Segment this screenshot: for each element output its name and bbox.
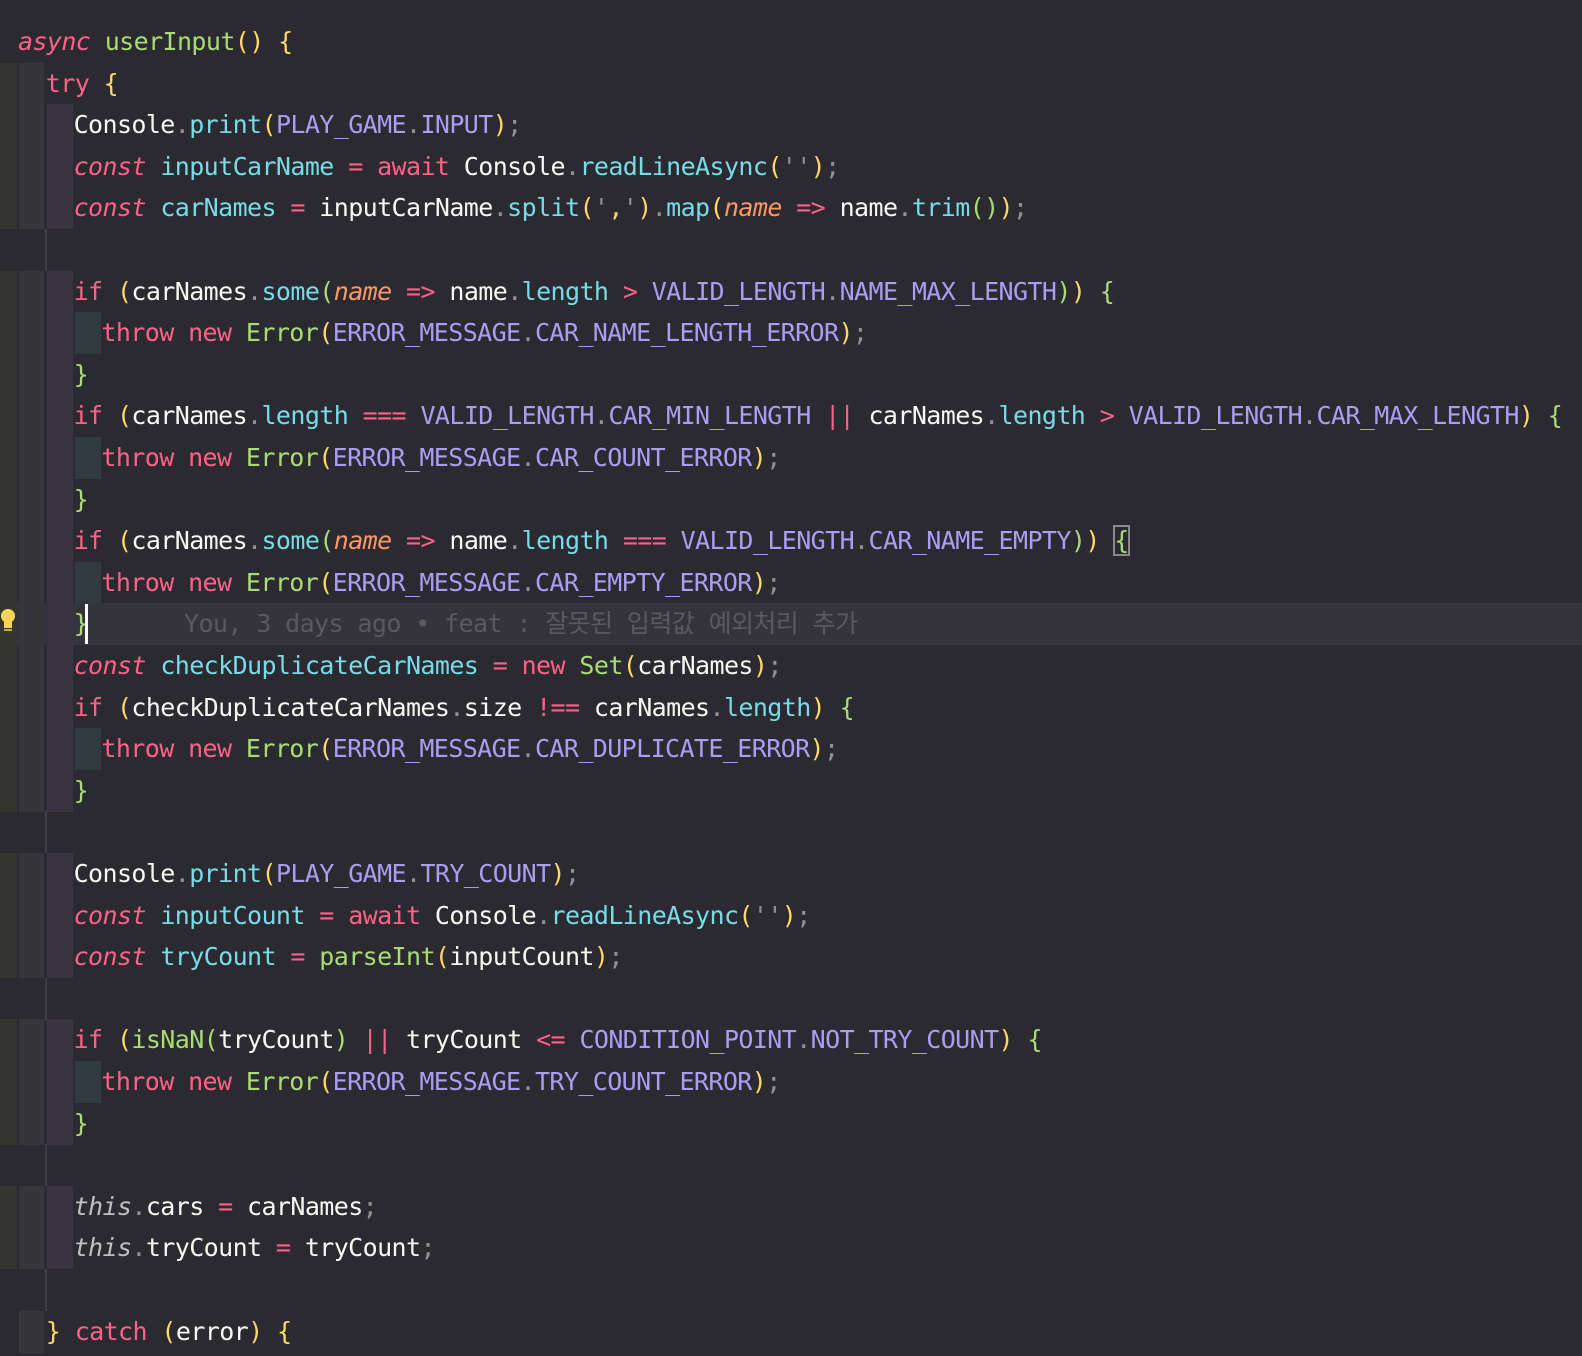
code-text: this.tryCount = tryCount; <box>73 1233 436 1263</box>
code-text: } <box>73 359 89 389</box>
code-text: const inputCarName = await Console.readL… <box>73 151 841 181</box>
code-text: const carNames = inputCarName.split(',')… <box>73 193 1029 223</box>
code-line[interactable]: if (carNames.length === VALID_LENGTH.CAR… <box>0 395 1582 438</box>
lightbulb-icon[interactable] <box>0 607 16 635</box>
code-line[interactable]: } <box>0 353 1582 396</box>
code-text: throw new Error(ERROR_MESSAGE.CAR_NAME_L… <box>101 318 868 348</box>
text-cursor <box>85 604 88 644</box>
code-line[interactable]: const carNames = inputCarName.split(',')… <box>0 187 1582 230</box>
code-line[interactable]: throw new Error(ERROR_MESSAGE.CAR_COUNT_… <box>0 437 1582 479</box>
code-text: this.cars = carNames; <box>73 1191 378 1221</box>
code-text: if (carNames.some(name => name.length ==… <box>73 525 1130 557</box>
code-line[interactable]: if (isNaN(tryCount) || tryCount <= CONDI… <box>0 1019 1582 1062</box>
code-line[interactable]: async userInput() { <box>0 21 1582 63</box>
code-line[interactable]: } <box>0 769 1582 812</box>
code-line[interactable] <box>0 811 1582 854</box>
code-line[interactable]: } You, 3 days ago • feat : 잘못된 입력값 예외처리 추… <box>0 603 1582 646</box>
code-line[interactable]: const inputCarName = await Console.readL… <box>0 145 1582 188</box>
code-text: const tryCount = parseInt(inputCount); <box>73 942 624 972</box>
code-text: } catch (error) { <box>45 1316 292 1346</box>
code-text: throw new Error(ERROR_MESSAGE.CAR_COUNT_… <box>101 443 781 472</box>
code-line[interactable]: Console.print(PLAY_GAME.INPUT); <box>0 104 1582 147</box>
code-line[interactable]: if (carNames.some(name => name.length > … <box>0 270 1582 313</box>
code-text: const inputCount = await Console.readLin… <box>73 900 812 930</box>
code-line[interactable]: const inputCount = await Console.readLin… <box>0 894 1582 937</box>
code-line[interactable]: const tryCount = parseInt(inputCount); <box>0 936 1582 979</box>
code-text: if (carNames.some(name => name.length > … <box>73 276 1115 306</box>
code-line[interactable] <box>0 1269 1582 1311</box>
code-line[interactable]: this.cars = carNames; <box>0 1185 1582 1228</box>
code-line[interactable]: } <box>0 1102 1582 1145</box>
code-text: async userInput() { <box>18 27 293 56</box>
code-line[interactable]: try { <box>0 62 1582 105</box>
code-line[interactable] <box>0 229 1582 271</box>
code-text: } <box>73 775 89 805</box>
code-text: Console.print(PLAY_GAME.INPUT); <box>73 110 523 140</box>
code-line[interactable]: this.tryCount = tryCount; <box>0 1227 1582 1270</box>
code-text: } <box>73 484 89 514</box>
code-text: if (checkDuplicateCarNames.size !== carN… <box>73 692 855 722</box>
code-line[interactable]: const checkDuplicateCarNames = new Set(c… <box>0 645 1582 687</box>
code-text: throw new Error(ERROR_MESSAGE.CAR_EMPTY_… <box>101 567 781 597</box>
code-text: throw new Error(ERROR_MESSAGE.TRY_COUNT_… <box>101 1067 781 1096</box>
git-blame-annotation: You, 3 days ago • feat : 잘못된 입력값 예외처리 추가 <box>184 609 858 639</box>
code-line[interactable] <box>0 977 1582 1020</box>
code-line[interactable]: } catch (error) { <box>0 1310 1582 1353</box>
code-editor[interactable]: async userInput() { try { Console.print(PL… <box>0 0 1582 1356</box>
code-line[interactable]: throw new Error(ERROR_MESSAGE.CAR_NAME_L… <box>0 312 1582 355</box>
code-text: const checkDuplicateCarNames = new Set(c… <box>73 651 783 680</box>
code-line[interactable]: throw new Error(ERROR_MESSAGE.CAR_EMPTY_… <box>0 561 1582 604</box>
code-text: } <box>73 1108 89 1138</box>
code-line[interactable] <box>0 1144 1582 1187</box>
code-line[interactable]: throw new Error(ERROR_MESSAGE.CAR_DUPLIC… <box>0 728 1582 771</box>
code-text: Console.print(PLAY_GAME.TRY_COUNT); <box>73 859 580 888</box>
code-line[interactable]: if (carNames.some(name => name.length ==… <box>0 520 1582 563</box>
code-line[interactable]: if (checkDuplicateCarNames.size !== carN… <box>0 686 1582 729</box>
code-line[interactable]: } <box>0 478 1582 521</box>
code-line[interactable]: throw new Error(ERROR_MESSAGE.TRY_COUNT_… <box>0 1061 1582 1103</box>
code-line[interactable]: Console.print(PLAY_GAME.TRY_COUNT); <box>0 853 1582 895</box>
code-text: throw new Error(ERROR_MESSAGE.CAR_DUPLIC… <box>101 734 839 764</box>
code-text: if (carNames.length === VALID_LENGTH.CAR… <box>73 401 1563 431</box>
code-text: try { <box>45 68 119 98</box>
code-text: if (isNaN(tryCount) || tryCount <= CONDI… <box>73 1025 1043 1055</box>
